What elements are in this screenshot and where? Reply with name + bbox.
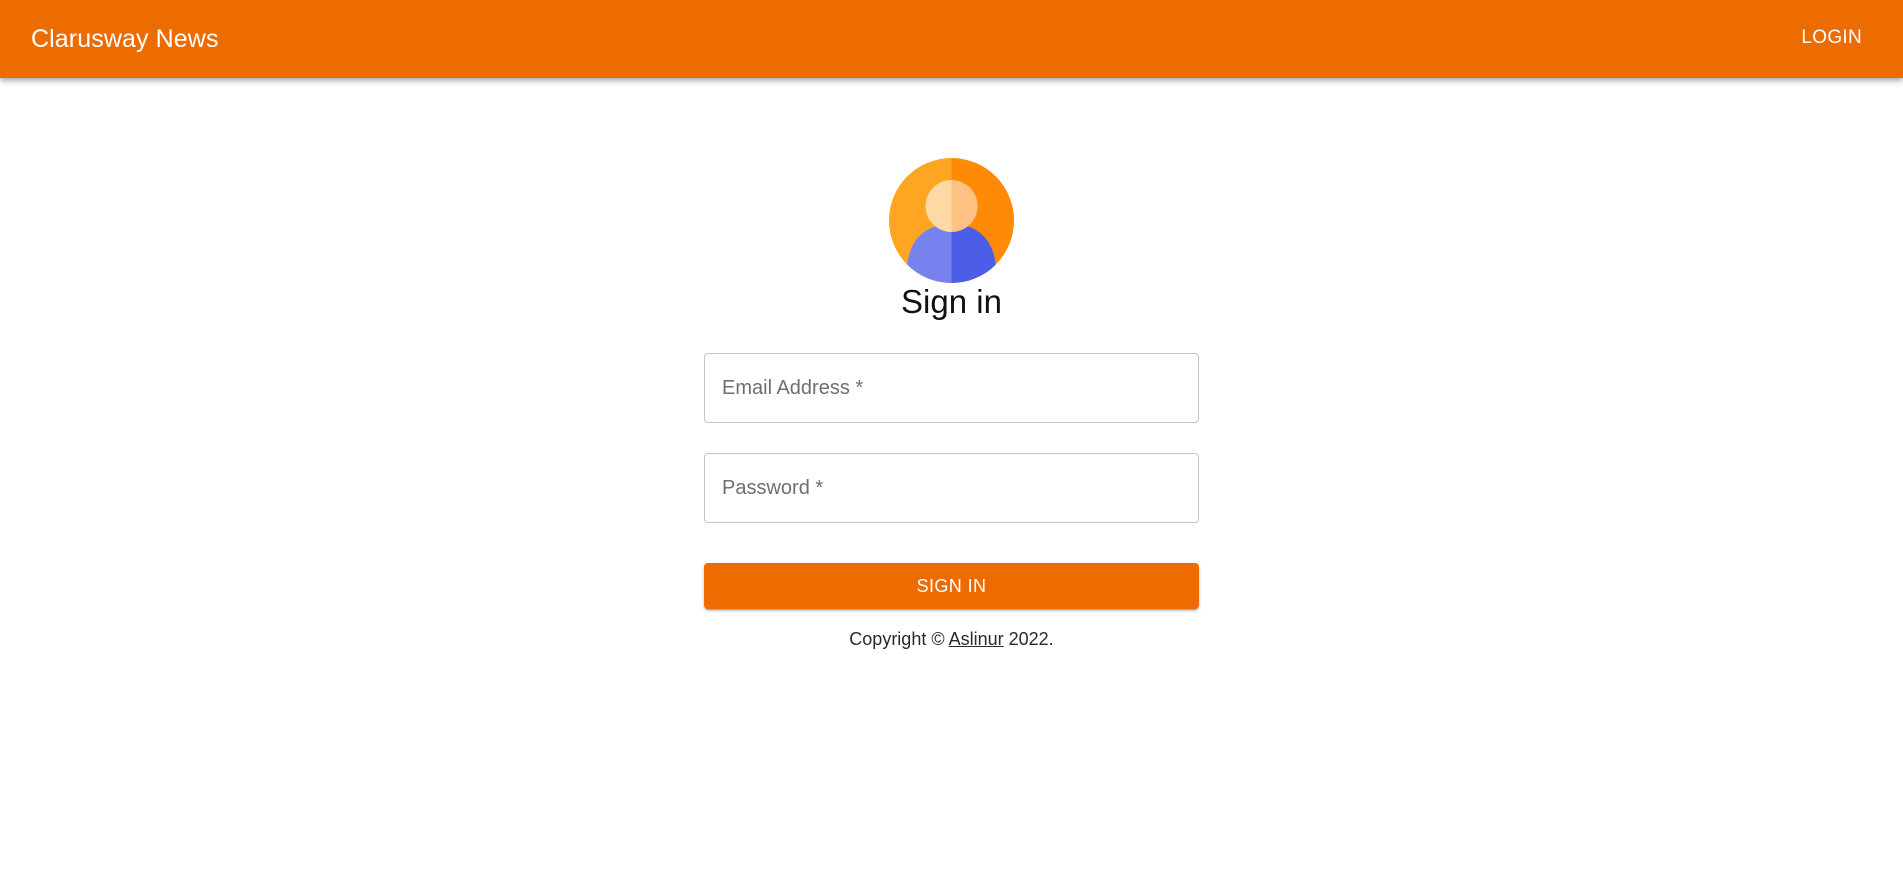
copyright-suffix: 2022.	[1003, 629, 1054, 649]
sign-in-button[interactable]: SIGN IN	[704, 563, 1199, 609]
email-field-container	[704, 353, 1199, 423]
page-title: Sign in	[901, 283, 1002, 320]
password-field-container	[704, 453, 1199, 523]
author-link[interactable]: Aslinur	[949, 629, 1004, 649]
user-avatar-icon	[889, 158, 1014, 283]
main-content: Sign in SIGN IN Copyright © Aslinur 2022…	[0, 78, 1903, 872]
login-nav-link[interactable]: LOGIN	[1801, 0, 1862, 78]
brand-title[interactable]: Clarusway News	[31, 0, 219, 78]
copyright-prefix: Copyright ©	[849, 629, 949, 649]
password-field[interactable]	[705, 454, 1198, 522]
app-bar: Clarusway News LOGIN	[0, 0, 1903, 78]
copyright-text: Copyright © Aslinur 2022.	[704, 629, 1199, 650]
email-field[interactable]	[705, 354, 1198, 422]
